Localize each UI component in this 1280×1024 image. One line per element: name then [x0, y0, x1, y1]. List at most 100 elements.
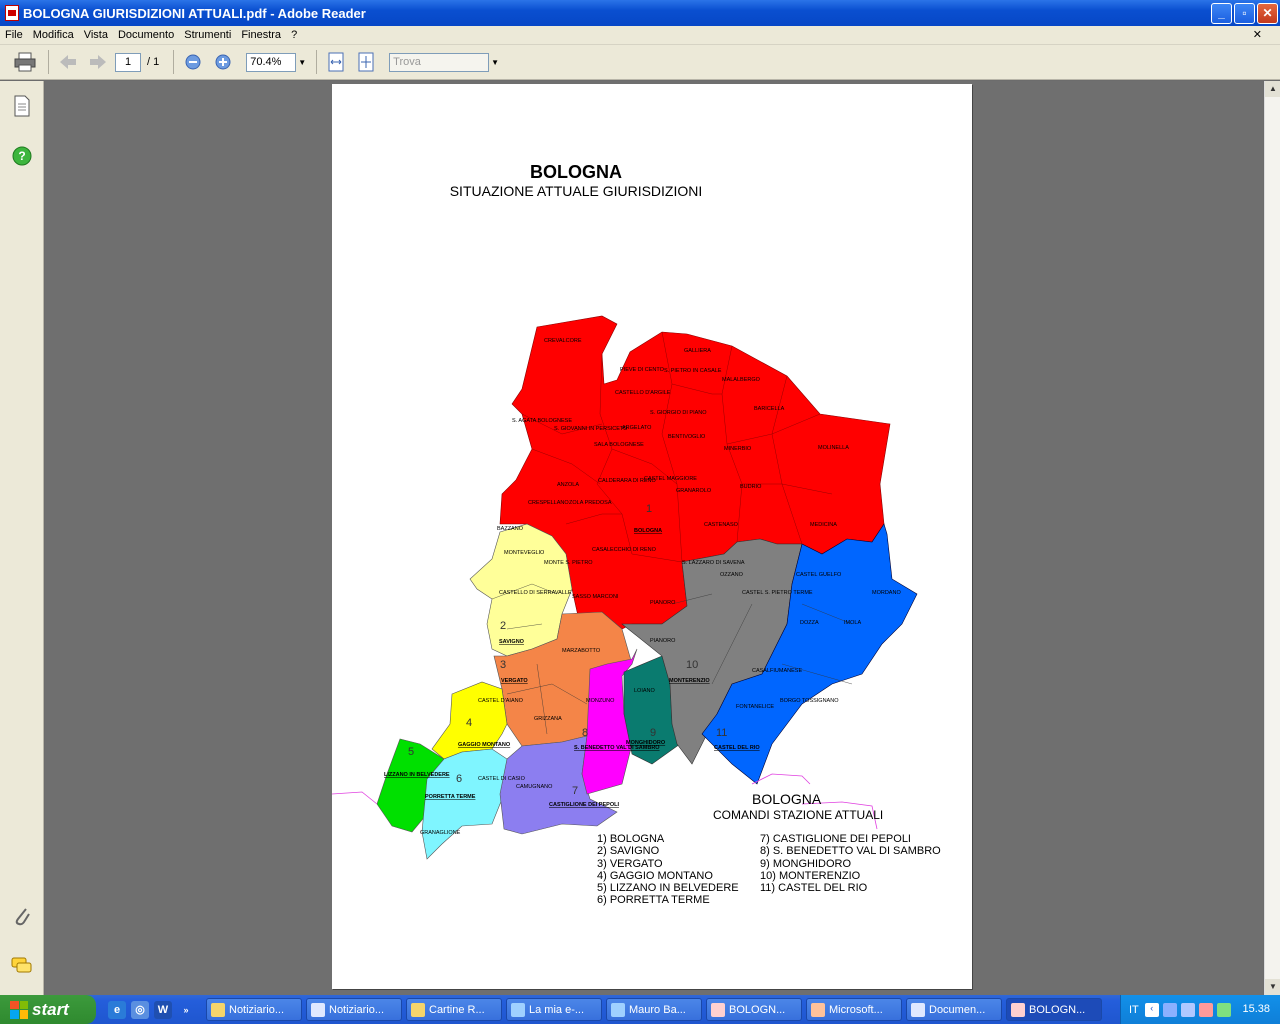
label-sasso: SASSO MARCONI: [572, 594, 619, 600]
taskbar-item-microsoft[interactable]: Microsoft...: [806, 998, 902, 1021]
label-ozzano: OZZANO: [720, 572, 744, 578]
ie-icon[interactable]: e: [108, 1000, 126, 1019]
pages-icon[interactable]: [11, 95, 33, 117]
folder-icon: [411, 1002, 425, 1017]
label-mordano: MORDANO: [872, 590, 901, 596]
find-input[interactable]: Trova: [389, 52, 490, 72]
label-granaglione: GRANAGLIONE: [420, 830, 461, 836]
menu-modifica[interactable]: Modifica: [33, 29, 74, 41]
word-icon: [911, 1002, 925, 1017]
more-icon[interactable]: »: [177, 1001, 195, 1019]
legend-item: 3) VERGATO: [597, 857, 663, 870]
taskbar-item-notiziario-2[interactable]: Notiziario...: [306, 998, 402, 1021]
attachment-icon[interactable]: [11, 905, 33, 927]
label-montesp: MONTE S. PIETRO: [544, 560, 593, 566]
label-casalfiumanese: CASALFIUMANESE: [752, 668, 802, 674]
label-casalecchio: CASALECCHIO DI RENO: [592, 547, 657, 553]
tray-expand-icon[interactable]: ‹: [1144, 1002, 1159, 1017]
find-dropdown-icon[interactable]: ▼: [491, 58, 499, 67]
label-budrio: BUDRIO: [740, 484, 762, 490]
label-grizzana: GRIZZANA: [534, 716, 562, 722]
legend-list-right: 7) CASTIGLIONE DEI PEPOLI 8) S. BENEDETT…: [760, 833, 941, 894]
label-granarolo: GRANAROLO: [676, 488, 712, 494]
label-pianoro-small: PIANORO: [650, 600, 676, 606]
label-pieve: PIEVE DI CENTO: [620, 367, 665, 373]
label-anzola: ANZOLA: [557, 482, 579, 488]
label-molinella: MOLINELLA: [818, 445, 849, 451]
close-button[interactable]: ✕: [1257, 2, 1278, 24]
zoom-input[interactable]: 70.4%: [246, 52, 297, 72]
safely-remove-icon[interactable]: [1180, 1002, 1195, 1017]
menu-strumenti[interactable]: Strumenti: [184, 29, 231, 41]
legend-item: 2) SAVIGNO: [597, 845, 660, 858]
fit-page-icon[interactable]: [353, 49, 379, 75]
label-medicina: MEDICINA: [810, 522, 837, 528]
label-baricella: BARICELLA: [754, 406, 785, 412]
region-number-5: 5: [408, 746, 414, 758]
word-icon: [311, 1002, 325, 1017]
word-icon[interactable]: W: [154, 1000, 172, 1019]
label-fontanelice: FONTANELICE: [736, 704, 774, 710]
legend-item: 11) CASTEL DEL RIO: [760, 882, 868, 895]
label-sgiovanni: S. GIOVANNI IN PERSICETO: [554, 426, 628, 432]
clock: 15.38: [1242, 1003, 1270, 1015]
page-number-input[interactable]: 1: [115, 52, 141, 72]
document-close-icon[interactable]: ✕: [1253, 28, 1262, 41]
monitor-icon[interactable]: [1216, 1002, 1231, 1017]
label-castel-aiano: CASTEL D'AIANO: [478, 698, 524, 704]
label-castel-rio: CASTEL DEL RIO: [714, 745, 760, 751]
prev-page-icon[interactable]: [55, 49, 81, 75]
scroll-up-icon[interactable]: ▲: [1265, 81, 1280, 97]
print-icon[interactable]: [12, 49, 38, 75]
minimize-button[interactable]: _: [1211, 2, 1232, 24]
start-button[interactable]: start: [0, 995, 96, 1024]
menu-finestra[interactable]: Finestra: [241, 29, 281, 41]
menu-vista[interactable]: Vista: [84, 29, 108, 41]
security-icon[interactable]: [1198, 1002, 1213, 1017]
label-monzuno: MONZUNO: [586, 698, 615, 704]
zoom-in-icon[interactable]: [210, 49, 236, 75]
taskbar-item-documento[interactable]: Documen...: [906, 998, 1002, 1021]
region-number-8: 8: [582, 727, 588, 739]
explorer-icon[interactable]: ◎: [131, 1000, 149, 1019]
language-indicator[interactable]: IT: [1129, 1004, 1139, 1016]
taskbar-item-mauro[interactable]: Mauro Ba...: [606, 998, 702, 1021]
toolbar-separator: [48, 50, 49, 74]
zoom-dropdown-icon[interactable]: ▼: [298, 58, 306, 67]
label-monteveglio: MONTEVEGLIO: [504, 550, 545, 556]
taskbar-item-email[interactable]: La mia e-...: [506, 998, 602, 1021]
label-argelato: ARGELATO: [622, 425, 652, 431]
label-castello-argile: CASTELLO D'ARGILE: [615, 390, 671, 396]
comments-icon[interactable]: [11, 955, 33, 977]
next-page-icon[interactable]: [85, 49, 111, 75]
legend-item: 6) PORRETTA TERME: [597, 894, 710, 907]
menu-help[interactable]: ?: [291, 29, 297, 41]
label-bazzano: BAZZANO: [497, 526, 524, 532]
label-castel-casio: CASTEL DI CASIO: [478, 776, 526, 782]
help-icon[interactable]: ?: [11, 145, 33, 167]
taskbar-item-notiziario-1[interactable]: Notiziario...: [206, 998, 302, 1021]
menu-documento[interactable]: Documento: [118, 29, 174, 41]
region-number-7: 7: [572, 785, 578, 797]
label-crevalcore: CREVALCORE: [544, 338, 582, 344]
taskbar-item-bologna-1[interactable]: BOLOGN...: [706, 998, 802, 1021]
vertical-scrollbar[interactable]: ▲ ▼: [1264, 81, 1280, 995]
network-icon[interactable]: [1162, 1002, 1177, 1017]
restore-button[interactable]: ▫: [1234, 2, 1255, 24]
zoom-out-icon[interactable]: [180, 49, 206, 75]
fit-width-icon[interactable]: [323, 49, 349, 75]
legend-title: BOLOGNA: [752, 791, 822, 807]
label-spietro: S. PIETRO IN CASALE: [664, 368, 722, 374]
pdf-icon: [711, 1002, 725, 1017]
scroll-down-icon[interactable]: ▼: [1265, 979, 1280, 995]
label-camugnano: CAMUGNANO: [516, 784, 553, 790]
taskbar-item-bologna-2[interactable]: BOLOGN...: [1006, 998, 1102, 1021]
label-vergato: VERGATO: [501, 678, 528, 684]
legend-item: 5) LIZZANO IN BELVEDERE: [597, 882, 739, 895]
start-label: start: [32, 999, 69, 1019]
label-borgo: BORGO TOSSIGNANO: [780, 698, 839, 704]
taskbar-item-cartine[interactable]: Cartine R...: [406, 998, 502, 1021]
menu-file[interactable]: File: [5, 29, 23, 41]
quick-launch: e ◎ W »: [108, 1000, 200, 1019]
region-number-9: 9: [650, 727, 656, 739]
